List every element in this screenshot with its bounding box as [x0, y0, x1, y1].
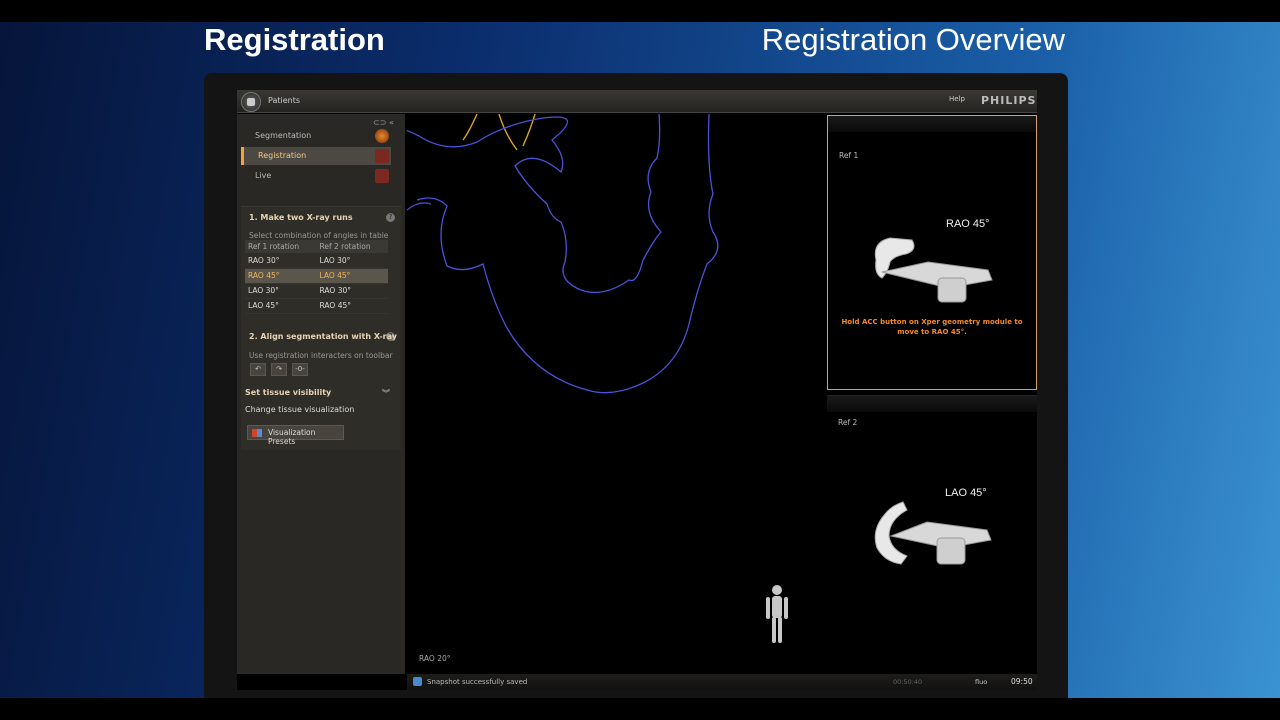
app-screen: Patients Help PHILIPS ⊂⊃ « Segmentation …: [237, 90, 1037, 690]
status-message: Snapshot successfully saved: [427, 678, 528, 686]
ref1-label: Ref 1: [839, 151, 859, 160]
c-arm-rao-icon: [874, 237, 993, 303]
top-bar: Patients Help PHILIPS: [237, 90, 1037, 113]
main-xray-view[interactable]: RAO 20°: [346, 113, 825, 674]
snapshot-icon: [413, 677, 422, 686]
pan-button[interactable]: -0-: [292, 363, 308, 376]
angle-table: Ref 1 rotation Ref 2 rotation RAO 30° LA…: [245, 240, 388, 314]
view-angle-label: RAO 20°: [419, 654, 451, 663]
ref1-instruction: Hold ACC button on Xper geometry module …: [841, 318, 1023, 336]
ref2-cell: LAO 30°: [316, 253, 388, 269]
step1-title: 1. Make two X-ray runs: [249, 213, 353, 222]
table-row[interactable]: LAO 30° RAO 30°: [245, 283, 388, 299]
patients-button[interactable]: [241, 92, 261, 112]
collapse-panel-icon[interactable]: ⊂⊃ «: [373, 118, 394, 127]
elapsed-time: 00:50:40: [893, 678, 923, 686]
slide-subtitle: Registration Overview: [761, 22, 1065, 57]
vessel-branch: [406, 202, 432, 211]
workflow-panel: ⊂⊃ « Segmentation Registration Live 1. M…: [237, 114, 405, 674]
ref2-cell: RAO 45°: [316, 298, 388, 314]
rotate-right-button[interactable]: ↷: [271, 363, 287, 376]
clock: 09:50: [1011, 677, 1033, 686]
ref2-label: Ref 2: [838, 418, 858, 427]
segmentation-overlay: [346, 113, 788, 643]
nav-item-label: Live: [255, 171, 272, 180]
ref1-cell: LAO 45°: [245, 298, 317, 314]
rotate-left-button[interactable]: ↶: [250, 363, 266, 376]
tissue-visibility-title: Set tissue visibility: [245, 388, 332, 397]
registration-heart-icon: [375, 149, 389, 163]
segmentation-heart-icon: [375, 129, 389, 143]
chevron-down-icon: ︾: [382, 389, 390, 398]
nav-item-segmentation[interactable]: Segmentation: [241, 127, 391, 145]
vessel-contour: [462, 113, 536, 151]
ref2-toolbar: [827, 396, 1037, 412]
ref1-cell: RAO 45°: [245, 268, 317, 284]
visualization-presets-button[interactable]: Visualization Presets: [247, 425, 344, 446]
table-row-selected[interactable]: RAO 45° LAO 45°: [245, 268, 388, 284]
column-header-ref1: Ref 1 rotation: [245, 240, 317, 253]
table-row[interactable]: LAO 45° RAO 45°: [245, 298, 388, 314]
patients-label[interactable]: Patients: [268, 96, 300, 105]
ref1-toolbar: [828, 116, 1036, 132]
tissue-visibility-header[interactable]: Set tissue visibility ︾: [245, 388, 390, 398]
ref1-view[interactable]: Ref 1 RAO 45° Hold ACC button on Xper ge…: [827, 115, 1037, 390]
slide-title: Registration: [204, 22, 385, 57]
ref2-cell: LAO 45°: [316, 268, 388, 284]
status-bar: Snapshot successfully saved 00:50:40 flu…: [407, 674, 1037, 690]
step1-hint: Select combination of angles in table: [249, 231, 389, 240]
patients-icon: [247, 98, 255, 106]
fluoro-indicator: fluo: [975, 678, 988, 686]
ref2-cell: RAO 30°: [316, 283, 388, 299]
help-link[interactable]: Help: [949, 95, 965, 103]
step1-help-icon[interactable]: ?: [386, 213, 395, 222]
nav-item-label: Registration: [258, 151, 307, 160]
presets-icon: [252, 429, 262, 437]
table-row[interactable]: RAO 30° LAO 30°: [245, 253, 388, 269]
c-arm-lao-icon: [874, 501, 992, 565]
step2-title: 2. Align segmentation with X-ray: [249, 332, 397, 341]
tissue-subtitle: Change tissue visualization: [245, 405, 355, 414]
monitor-frame: Patients Help PHILIPS ⊂⊃ « Segmentation …: [204, 73, 1068, 698]
nav-item-registration[interactable]: Registration: [241, 147, 391, 165]
nav-item-label: Segmentation: [255, 131, 312, 140]
ref1-cell: RAO 30°: [245, 253, 317, 269]
live-heart-icon: [375, 169, 389, 183]
heart-contour-lower: [416, 113, 719, 394]
column-header-ref2: Ref 2 rotation: [316, 240, 388, 253]
step2-hint: Use registration interacters on toolbar: [249, 351, 393, 360]
nav-item-live[interactable]: Live: [241, 167, 391, 185]
patient-orientation-figure: [766, 585, 788, 643]
heart-contour-upper: [346, 113, 662, 294]
letterbox-bottom: [0, 698, 1280, 720]
letterbox-top: [0, 0, 1280, 22]
ref2-view[interactable]: Ref 2 LAO 45°: [827, 395, 1037, 674]
brand-logo: PHILIPS: [981, 94, 1037, 107]
ref1-cell: LAO 30°: [245, 283, 317, 299]
